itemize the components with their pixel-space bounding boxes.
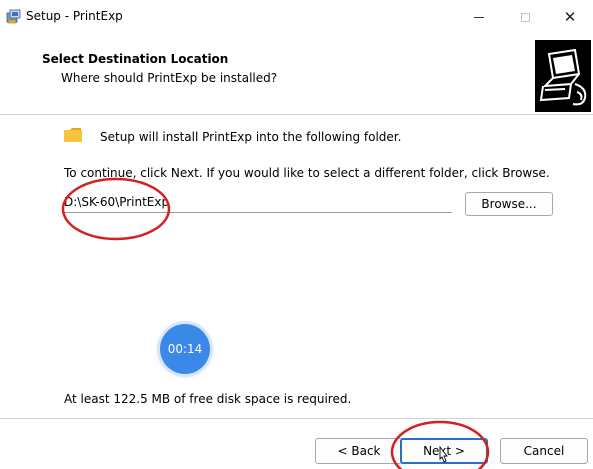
close-button[interactable]: ✕ xyxy=(547,0,593,34)
computer-install-icon xyxy=(535,40,591,112)
page-title: Select Destination Location xyxy=(42,52,229,66)
folder-icon xyxy=(64,128,82,142)
page-subtitle: Where should PrintExp be installed? xyxy=(61,71,278,85)
cancel-button[interactable]: Cancel xyxy=(500,438,588,464)
browse-button[interactable]: Browse... xyxy=(465,192,553,216)
timer-text: 00:14 xyxy=(167,342,203,356)
setup-window: Setup - PrintExp ✕ Select Destination Lo… xyxy=(0,0,593,469)
header-divider xyxy=(0,114,593,115)
next-button[interactable]: Next > xyxy=(400,438,488,464)
recording-timer-badge: 00:14 xyxy=(160,324,210,374)
setup-installer-icon xyxy=(6,9,21,24)
destination-path-input[interactable] xyxy=(64,192,452,213)
close-icon: ✕ xyxy=(563,8,577,26)
install-folder-text: Setup will install PrintExp into the fol… xyxy=(100,130,402,144)
title-bar: Setup - PrintExp ✕ xyxy=(0,0,593,34)
wizard-header: Select Destination Location Where should… xyxy=(0,34,593,114)
window-title: Setup - PrintExp xyxy=(26,9,123,23)
disk-space-text: At least 122.5 MB of free disk space is … xyxy=(64,392,352,406)
minimize-button[interactable] xyxy=(456,0,502,34)
maximize-icon xyxy=(520,12,530,22)
instruction-text: To continue, click Next. If you would li… xyxy=(64,166,550,180)
footer-divider xyxy=(0,418,593,419)
back-button[interactable]: < Back xyxy=(315,438,403,464)
maximize-button[interactable] xyxy=(502,0,548,34)
minimize-icon xyxy=(474,16,484,18)
